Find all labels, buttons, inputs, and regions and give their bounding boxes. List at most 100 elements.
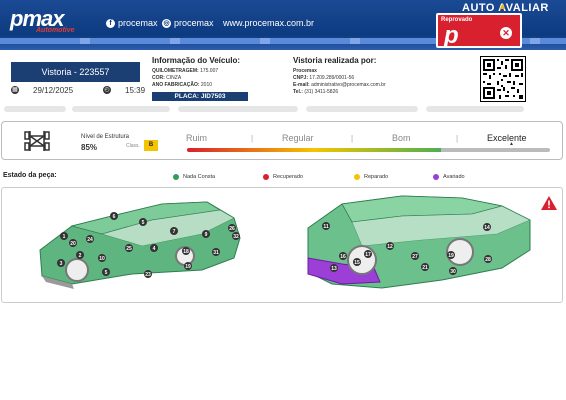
close-icon: ✕: [500, 27, 512, 39]
level-marker-icon: ▲: [509, 141, 514, 147]
svg-text:23: 23: [145, 272, 151, 278]
svg-text:14: 14: [484, 225, 490, 231]
legend-dot: [173, 174, 179, 180]
tel-label: Tel.:: [293, 89, 303, 95]
svg-text:12: 12: [387, 244, 393, 250]
chassis-icon: [24, 131, 50, 151]
cor-value: CINZA: [166, 75, 182, 81]
skeleton-bar: [426, 106, 524, 112]
estrutura-percent: 85%: [81, 143, 98, 152]
legend-reparado: Reparado: [354, 174, 388, 180]
svg-text:31: 31: [213, 250, 219, 256]
estrutura-progress-bar: [187, 148, 550, 152]
veiculo-heading: Informação do Veículo:: [152, 56, 241, 65]
svg-text:20: 20: [70, 241, 76, 247]
svg-text:4: 4: [153, 246, 156, 252]
svg-text:10: 10: [99, 256, 105, 262]
svg-text:30: 30: [450, 269, 456, 275]
date-row: ▦ 29/12/2025 ◴ 15:39: [11, 86, 146, 96]
realizada-heading: Vistoria realizada por:: [293, 56, 377, 65]
quilometragem-row: QUILOMETRAGEM: 175.007: [152, 68, 218, 74]
facebook-icon: f: [106, 18, 115, 28]
tel-value: (31) 3411-5826: [304, 89, 339, 95]
svg-text:5: 5: [142, 220, 145, 226]
svg-text:13: 13: [331, 266, 337, 272]
classe-badge: B: [144, 140, 158, 151]
instagram-label: procemax: [174, 18, 214, 28]
svg-text:19: 19: [185, 264, 191, 270]
vistoria-date: 29/12/2025: [33, 86, 74, 95]
level-separator: |: [456, 134, 459, 143]
instagram-icon: ◎: [162, 18, 171, 28]
cor-label: COR:: [152, 75, 165, 81]
svg-text:16: 16: [340, 254, 346, 260]
facebook-label: procemax: [118, 18, 158, 28]
ano-value: 2010: [200, 82, 213, 88]
calendar-icon: ▦: [11, 86, 19, 94]
vistoria-title: Vistoria - 223557: [11, 62, 140, 82]
estado-heading: Estado da peça:: [3, 172, 57, 179]
car-left-diagram: 6 5 7 9 26 32 1 24 20 25 4 18 31 2 10 3 19 5 23: [39, 201, 241, 289]
legend-avariado: Avariado: [433, 174, 465, 180]
svg-text:27: 27: [412, 254, 418, 260]
svg-text:25: 25: [126, 246, 132, 252]
svg-text:1: 1: [63, 234, 66, 240]
quilometragem-value: 175.007: [200, 68, 219, 74]
skeleton-bar: [306, 106, 418, 112]
svg-text:32: 32: [233, 234, 239, 240]
facebook-link[interactable]: f procemax: [106, 18, 158, 28]
clock-icon: ◴: [103, 86, 111, 94]
legend-label: Recuperado: [273, 174, 303, 180]
svg-text:11: 11: [323, 224, 329, 230]
level-excelente: Excelente: [487, 133, 527, 143]
auto-avaliar-mark-icon: ▲: [498, 1, 507, 11]
car-right-diagram: 11 12 14 15 17 27 16 19 28 13 21 30: [307, 195, 531, 289]
level-regular: Regular: [282, 133, 314, 143]
ano-label: ANO FABRICAÇÃO:: [152, 82, 200, 88]
placa-badge: PLACA: JID7503: [152, 92, 248, 101]
svg-text:26: 26: [229, 226, 235, 232]
svg-text:28: 28: [485, 257, 491, 263]
level-separator: |: [351, 134, 354, 143]
svg-text:17: 17: [365, 252, 371, 258]
vistoria-time: 15:39: [125, 86, 146, 95]
svg-text:3: 3: [60, 261, 63, 267]
cnpj-row: CNPJ: 17.209.289/0001-56: [293, 75, 354, 81]
svg-text:19: 19: [448, 253, 454, 259]
reprovado-stamp: Reprovado p ✕: [436, 13, 522, 49]
car-diagram-panel: 6 5 7 9 26 32 1 24 20 25 4 18 31 2 10 3 19 5 23: [1, 187, 563, 303]
legend-recuperado: Recuperado: [263, 174, 303, 180]
tel-row: Tel.: (31) 3411-5826: [293, 89, 338, 95]
legend-dot: [433, 174, 439, 180]
svg-text:18: 18: [183, 249, 189, 255]
svg-text:6: 6: [113, 214, 116, 220]
svg-text:2: 2: [79, 253, 82, 259]
stamp-letter: p: [444, 22, 459, 49]
skeleton-bar: [178, 106, 298, 112]
classe-label: Class.: [126, 143, 140, 149]
cnpj-label: CNPJ:: [293, 75, 309, 81]
legend-dot: [263, 174, 269, 180]
instagram-link[interactable]: ◎ procemax: [162, 18, 214, 28]
empresa-name: Procemax: [293, 68, 317, 74]
website-link[interactable]: www.procemax.com.br: [223, 18, 314, 28]
svg-text:9: 9: [205, 232, 208, 238]
cor-row: COR: CINZA: [152, 75, 181, 81]
legend-label: Avariado: [443, 174, 465, 180]
estrutura-panel: Nível de Estrutura 85% Class. B Ruim | R…: [1, 121, 563, 160]
email-value[interactable]: administrativo@procemax.com.br: [311, 82, 386, 88]
svg-text:21: 21: [422, 265, 428, 271]
email-row: E-mail: administrativo@procemax.com.br: [293, 82, 386, 88]
svg-text:24: 24: [87, 237, 93, 243]
skeleton-bar: [4, 106, 66, 112]
level-bom: Bom: [392, 133, 411, 143]
legend-dot: [354, 174, 360, 180]
qr-code: [480, 56, 526, 102]
svg-text:5: 5: [105, 270, 108, 276]
svg-text:15: 15: [354, 260, 360, 266]
level-separator: |: [251, 134, 254, 143]
svg-text:7: 7: [173, 229, 176, 235]
legend-label: Reparado: [364, 174, 389, 180]
logo-subtitle: Automotive: [36, 27, 75, 34]
estrutura-label: Nível de Estrutura: [81, 134, 130, 140]
